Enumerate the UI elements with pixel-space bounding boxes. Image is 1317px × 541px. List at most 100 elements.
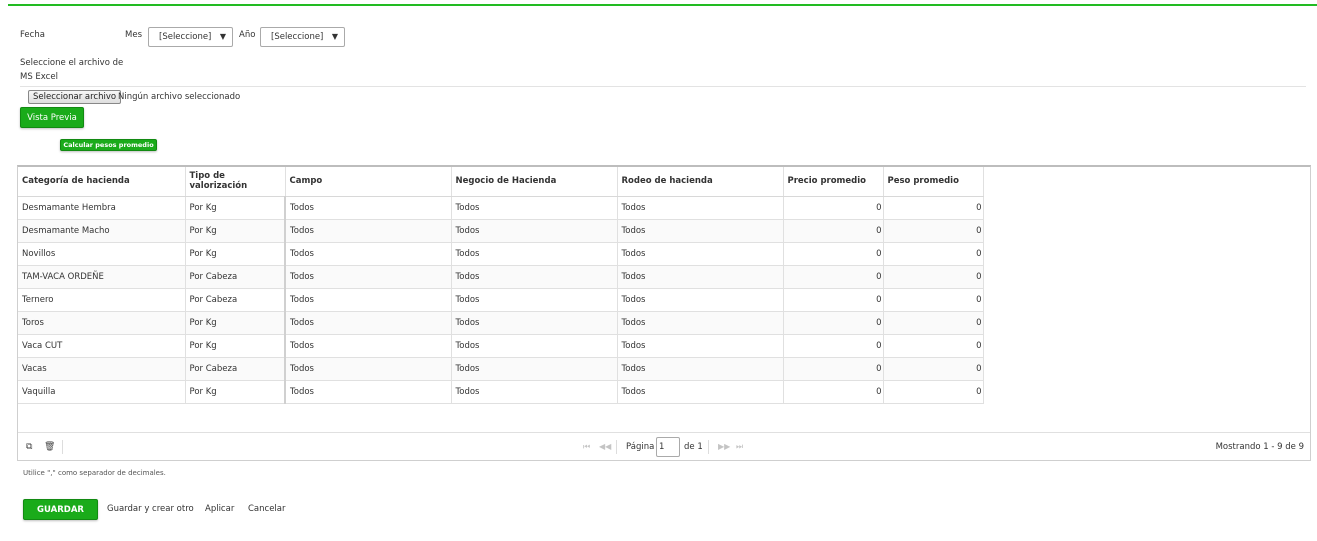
save-and-new-link[interactable]: Guardar y crear otro xyxy=(107,504,194,514)
mes-select[interactable]: [Seleccione] ▼ xyxy=(148,27,233,47)
table-cell: Todos xyxy=(617,380,784,404)
chevron-down-icon: ▼ xyxy=(219,32,226,41)
table-cell: 0 xyxy=(783,242,884,266)
table-cell: Todos xyxy=(285,288,452,312)
table-cell: Todos xyxy=(617,219,784,243)
cancel-link[interactable]: Cancelar xyxy=(248,504,286,514)
showing-count: Mostrando 1 - 9 de 9 xyxy=(1215,442,1304,452)
table-cell: Por Kg xyxy=(185,380,286,404)
table-cell: 0 xyxy=(883,265,984,289)
column-header[interactable]: Tipo de valorización xyxy=(185,167,286,197)
last-page-icon[interactable]: ⏭ xyxy=(736,442,743,452)
divider xyxy=(616,440,617,454)
table-row[interactable]: Ternero Por Cabeza Todos Todos Todos 0 0 xyxy=(18,288,984,312)
table-cell: 0 xyxy=(783,219,884,243)
table-cell: Todos xyxy=(451,288,618,312)
table-row[interactable]: Vaca CUT Por Kg Todos Todos Todos 0 0 xyxy=(18,334,984,358)
table-row[interactable]: Desmamante Macho Por Kg Todos Todos Todos 0 0 xyxy=(18,219,984,243)
chevron-down-icon: ▼ xyxy=(331,32,338,41)
table-cell: Todos xyxy=(285,334,452,358)
mes-label: Mes xyxy=(125,30,142,40)
decimal-hint: Utilice "," como separador de decimales. xyxy=(23,469,166,477)
table-cell: Todos xyxy=(617,265,784,289)
table-cell: 0 xyxy=(783,380,884,404)
table-cell: Por Kg xyxy=(185,311,286,335)
table-cell: Desmamante Hembra xyxy=(18,196,186,220)
file-label-line1: Seleccione el archivo de xyxy=(20,58,124,68)
page-input-value: 1 xyxy=(659,442,665,452)
table-row[interactable]: TAM-VACA ORDEÑE Por Cabeza Todos Todos Todos… xyxy=(18,265,984,289)
table-cell: Vaquilla xyxy=(18,380,186,404)
first-page-icon[interactable]: ⏮ xyxy=(583,442,590,452)
table-cell: 0 xyxy=(883,380,984,404)
table-cell: Vaca CUT xyxy=(18,334,186,358)
anio-label: Año xyxy=(239,30,256,40)
preview-button[interactable]: Vista Previa xyxy=(20,107,84,128)
anio-select-value: [Seleccione] xyxy=(271,32,324,42)
pager-bar: ⧉ 🗑 ⏮ ◀◀ Página 1 de 1 ▶▶ ⏭ Mostrando 1 … xyxy=(18,432,1310,461)
table-cell: 0 xyxy=(883,311,984,335)
table-cell: 0 xyxy=(783,311,884,335)
table-row[interactable]: Toros Por Kg Todos Todos Todos 0 0 xyxy=(18,311,984,335)
file-status: Ningún archivo seleccionado xyxy=(118,92,241,102)
table-row[interactable]: Novillos Por Kg Todos Todos Todos 0 0 xyxy=(18,242,984,266)
table-cell: TAM-VACA ORDEÑE xyxy=(18,265,186,289)
table-cell: Por Kg xyxy=(185,242,286,266)
column-header[interactable]: Peso promedio xyxy=(883,167,984,197)
table-cell: 0 xyxy=(783,334,884,358)
table-row[interactable]: Desmamante Hembra Por Kg Todos Todos Todos 0 0 xyxy=(18,196,984,220)
table-cell: Todos xyxy=(451,357,618,381)
table-cell: Toros xyxy=(18,311,186,335)
table-cell: Todos xyxy=(451,334,618,358)
table-cell: Por Kg xyxy=(185,334,286,358)
column-header[interactable]: Negocio de Hacienda xyxy=(451,167,618,197)
table-cell: Desmamante Macho xyxy=(18,219,186,243)
table-cell: Todos xyxy=(617,242,784,266)
table-cell: 0 xyxy=(883,196,984,220)
table-cell: Vacas xyxy=(18,357,186,381)
trash-icon[interactable]: 🗑 xyxy=(44,442,55,452)
divider xyxy=(20,86,1306,87)
table-cell: Todos xyxy=(617,288,784,312)
table-cell: 0 xyxy=(783,265,884,289)
table-cell: Todos xyxy=(285,219,452,243)
file-label-line2: MS Excel xyxy=(20,72,58,82)
table-cell: 0 xyxy=(883,288,984,312)
page-label: Página xyxy=(626,442,655,452)
table-cell: Todos xyxy=(617,311,784,335)
table-cell: Todos xyxy=(451,196,618,220)
copy-icon[interactable]: ⧉ xyxy=(26,442,32,452)
calc-weights-button[interactable]: Calcular pesos promedio xyxy=(60,139,157,151)
table-cell: Todos xyxy=(285,196,452,220)
table-cell: Todos xyxy=(285,242,452,266)
save-button[interactable]: GUARDAR xyxy=(23,499,98,520)
prev-page-icon[interactable]: ◀◀ xyxy=(599,442,611,451)
column-header[interactable]: Rodeo de hacienda xyxy=(617,167,784,197)
table-row[interactable]: Vaquilla Por Kg Todos Todos Todos 0 0 xyxy=(18,380,984,404)
table-cell: 0 xyxy=(783,357,884,381)
page-input[interactable]: 1 xyxy=(656,437,680,457)
table-cell: 0 xyxy=(783,196,884,220)
table-row[interactable]: Vacas Por Cabeza Todos Todos Todos 0 0 xyxy=(18,357,984,381)
table-cell: 0 xyxy=(883,219,984,243)
table-cell: Por Cabeza xyxy=(185,357,286,381)
table-cell: Por Kg xyxy=(185,219,286,243)
table-cell: 0 xyxy=(883,334,984,358)
table-cell: Todos xyxy=(617,196,784,220)
page-total: de 1 xyxy=(684,442,703,452)
top-accent-bar xyxy=(8,4,1317,6)
mes-select-value: [Seleccione] xyxy=(159,32,212,42)
file-select-button[interactable]: Seleccionar archivo xyxy=(28,90,122,104)
data-table: Categoría de hacienda Tipo de valorizació… xyxy=(18,167,984,404)
data-grid: Categoría de hacienda Tipo de valorizació… xyxy=(17,165,1311,461)
table-header-row: Categoría de hacienda Tipo de valorizació… xyxy=(18,167,984,197)
column-header[interactable]: Campo xyxy=(285,167,452,197)
column-header[interactable]: Precio promedio xyxy=(783,167,884,197)
table-cell: Todos xyxy=(617,334,784,358)
column-header[interactable]: Categoría de hacienda xyxy=(18,167,186,197)
table-cell: 0 xyxy=(883,357,984,381)
apply-link[interactable]: Aplicar xyxy=(205,504,234,514)
table-cell: Por Kg xyxy=(185,196,286,220)
anio-select[interactable]: [Seleccione] ▼ xyxy=(260,27,345,47)
next-page-icon[interactable]: ▶▶ xyxy=(718,442,730,451)
